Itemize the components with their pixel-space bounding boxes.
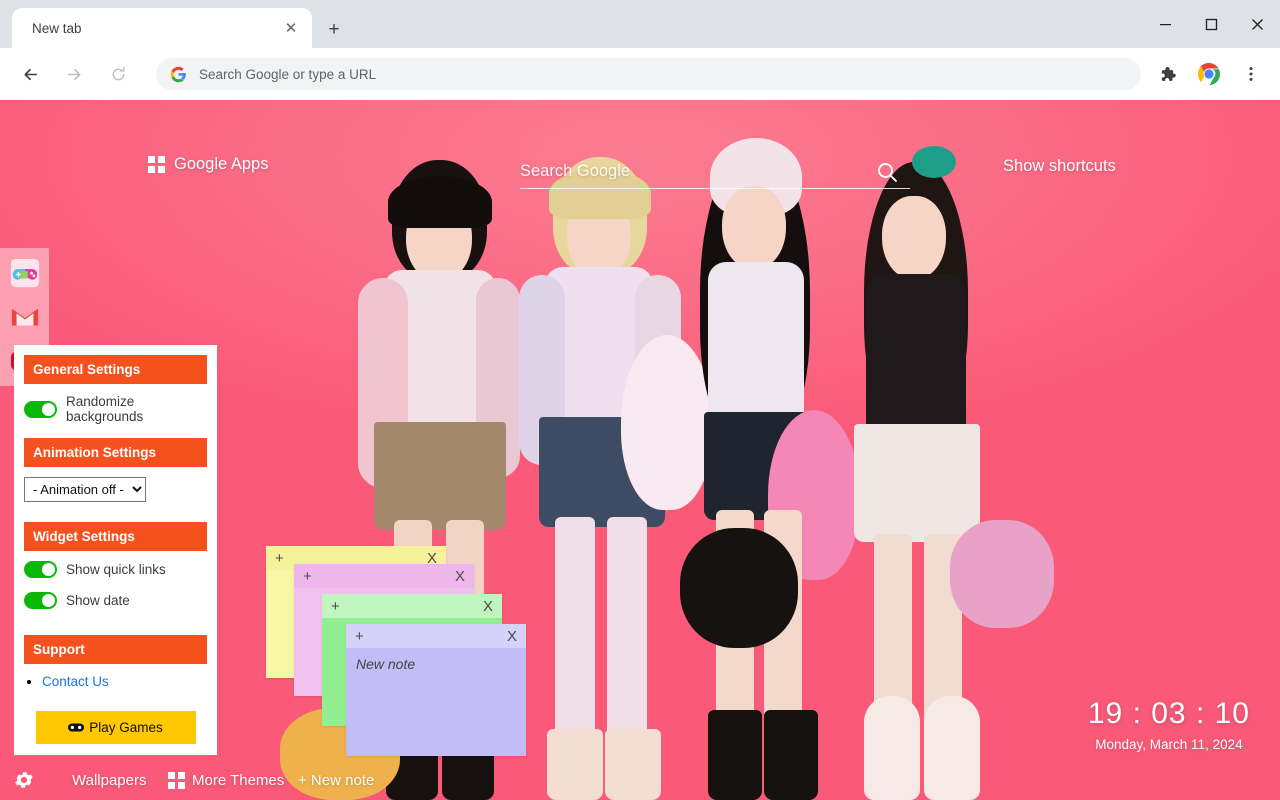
search-input[interactable] [520,155,910,189]
minimize-icon[interactable] [1142,0,1188,48]
close-note-icon[interactable]: X [507,629,517,644]
randomize-backgrounds-row[interactable]: Randomize backgrounds [24,394,207,424]
note-toolbar: + X [346,624,526,648]
gamepad-icon [68,723,85,732]
address-bar[interactable]: Search Google or type a URL [156,58,1141,90]
quick-link-games[interactable] [8,256,42,290]
show-date-row[interactable]: Show date [24,592,207,609]
window-controls [1142,0,1280,48]
puzzle-piece-icon[interactable] [1151,58,1183,90]
google-apps-label: Google Apps [174,155,269,173]
add-note-icon[interactable]: + [275,551,284,566]
browser-chrome: New tab ✕ + Search Google or type a URL [0,0,1280,100]
bottom-bar: Wallpapers More Themes + New note [0,760,1280,800]
clock-time: 19 : 03 : 10 [1087,697,1250,730]
close-icon[interactable]: ✕ [278,15,304,41]
note-text[interactable]: New note [346,648,526,680]
gear-icon[interactable] [12,768,36,792]
address-bar-placeholder: Search Google or type a URL [199,66,377,82]
clock-widget: 19 : 03 : 10 Monday, March 11, 2024 [1088,697,1250,752]
add-note-icon[interactable]: + [303,569,312,584]
tab-strip: New tab ✕ + [0,0,1280,48]
show-date-label: Show date [66,593,130,608]
show-quick-links-toggle[interactable] [24,561,57,578]
show-shortcuts-button[interactable]: Show shortcuts [1003,157,1116,176]
toolbar-actions [1146,58,1280,90]
note-toolbar: + X [322,594,502,618]
animation-settings-header: Animation Settings [24,438,207,467]
add-note-icon[interactable]: + [355,629,364,644]
forward-arrow-icon [56,56,92,92]
new-note-button[interactable]: + New note [298,772,374,789]
new-tab-button[interactable]: + [320,16,348,44]
google-apps-button[interactable]: Google Apps [148,155,269,174]
settings-panel: General Settings Randomize backgrounds A… [14,345,217,755]
tab-title: New tab [32,20,82,36]
quick-link-gmail[interactable] [8,300,42,334]
animation-select[interactable]: - Animation off - [24,477,146,502]
widget-settings-header: Widget Settings [24,522,207,551]
note-toolbar: + X [294,564,474,588]
more-themes-label: More Themes [192,771,285,789]
show-quick-links-row[interactable]: Show quick links [24,561,207,578]
list-item: Contact Us [42,674,207,689]
close-note-icon[interactable]: X [483,599,493,614]
show-date-toggle[interactable] [24,592,57,609]
add-note-icon[interactable]: + [331,599,340,614]
show-quick-links-label: Show quick links [66,562,166,577]
support-header: Support [24,635,207,664]
new-note-label: + New note [298,771,375,789]
browser-tab[interactable]: New tab ✕ [12,8,312,48]
clock-date: Monday, March 11, 2024 [1095,737,1243,752]
google-g-icon [170,66,186,82]
play-games-button[interactable]: Play Games [35,711,196,744]
wallpapers-button[interactable]: Wallpapers [72,772,146,789]
play-games-label: Play Games [89,720,163,735]
reload-icon[interactable] [100,56,136,92]
newtab-top-nav: Google Apps Show shortcuts [0,155,1280,195]
new-tab-page: Google Apps Show shortcuts [0,100,1280,800]
browser-toolbar: Search Google or type a URL [0,48,1280,100]
magnifier-icon[interactable] [872,157,902,187]
grid-icon [148,156,165,173]
wallpapers-label: Wallpapers [72,771,147,789]
contact-us-link[interactable]: Contact Us [42,674,109,689]
randomize-backgrounds-toggle[interactable] [24,400,57,418]
close-window-icon[interactable] [1234,0,1280,48]
randomize-backgrounds-label: Randomize backgrounds [66,394,144,424]
sticky-note[interactable]: + X New note [346,624,526,756]
chrome-logo-icon[interactable] [1193,58,1225,90]
general-settings-header: General Settings [24,355,207,384]
three-dot-menu-icon[interactable] [1235,58,1267,90]
more-themes-button[interactable]: More Themes [168,771,285,789]
maximize-icon[interactable] [1188,0,1234,48]
back-arrow-icon[interactable] [12,56,48,92]
close-note-icon[interactable]: X [455,569,465,584]
search-box[interactable] [520,155,910,189]
grid-icon [168,771,185,789]
support-list: Contact Us [42,674,207,689]
